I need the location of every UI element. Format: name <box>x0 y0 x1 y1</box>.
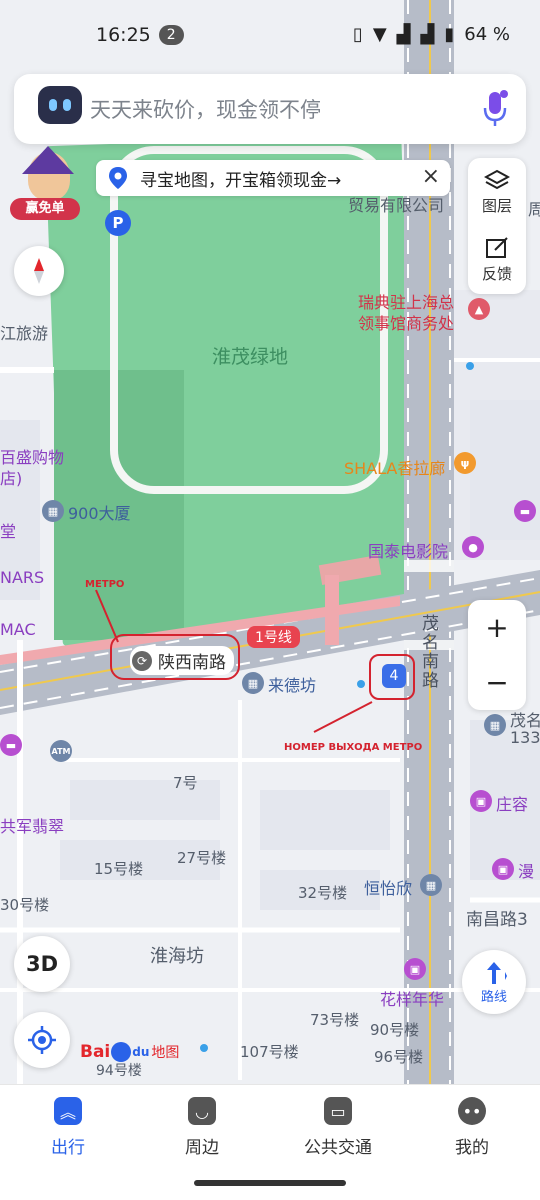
tab-nearby[interactable]: ◡ 周边 <box>152 1097 252 1158</box>
map-tools-panel: 图层 反馈 <box>468 158 526 294</box>
tab-label: 我的 <box>455 1138 489 1158</box>
layers-label: 图层 <box>481 196 512 215</box>
banner-text: 寻宝地图，开宝箱领现金→ <box>140 170 342 191</box>
location-dot <box>200 1044 208 1052</box>
building-icon[interactable]: ▦ <box>420 874 442 896</box>
edit-icon <box>486 236 508 258</box>
map-label-bldg-32[interactable]: 32号楼 <box>298 882 347 903</box>
map-label-bldg-15[interactable]: 15号楼 <box>94 858 143 879</box>
tab-label: 出行 <box>51 1138 85 1158</box>
zoom-out-button[interactable]: − <box>468 655 526 710</box>
route-arrow-icon <box>487 961 507 984</box>
location-pin-icon <box>109 167 127 189</box>
compass-icon <box>34 258 44 284</box>
notification-count: 2 <box>158 25 184 45</box>
map-label-bldg-107[interactable]: 107号楼 <box>240 1041 299 1062</box>
map-label-hengyixin[interactable]: 恒怡欣 <box>364 875 412 899</box>
status-time: 16:25 <box>96 24 151 46</box>
baidu-logo: Bai du 地图 <box>80 1042 180 1062</box>
treasure-banner[interactable]: 寻宝地图，开宝箱领现金→ × <box>96 160 450 196</box>
tab-profile[interactable]: •• 我的 <box>422 1097 522 1158</box>
crosshair-icon <box>28 1026 56 1054</box>
bus-icon: ▭ <box>324 1097 352 1125</box>
promo-tag: 赢免单 <box>10 198 80 220</box>
tab-travel[interactable]: ︽ 出行 <box>18 1097 118 1158</box>
promo-widget[interactable]: 赢免单 <box>10 146 84 220</box>
nearby-icon: ◡ <box>188 1097 216 1125</box>
signal-icon: ▟ <box>420 24 435 45</box>
profile-icon: •• <box>458 1097 486 1125</box>
map-label-bldg-90[interactable]: 90号楼 <box>370 1019 419 1040</box>
battery-icon: ▮ <box>444 24 455 45</box>
zoom-controls: + − <box>468 600 526 710</box>
annotation-oval-station <box>110 634 240 680</box>
annotation-exit: НОМЕР ВЫХОДА МЕТРО <box>284 742 423 753</box>
locate-button[interactable] <box>14 1012 70 1068</box>
map-label-nanchang[interactable]: 南昌路3 <box>466 905 528 930</box>
baidu-paw-icon <box>111 1042 132 1062</box>
tab-label: 周边 <box>185 1138 219 1158</box>
tab-label: 公共交通 <box>304 1138 372 1158</box>
map-label-bldg-73[interactable]: 73号楼 <box>310 1009 359 1030</box>
route-button[interactable]: 路线 <box>462 950 526 1014</box>
map-label-bldg-30[interactable]: 30号楼 <box>0 894 49 915</box>
search-placeholder[interactable]: 天天来砍价，现金领不停 <box>90 94 321 124</box>
compass-button[interactable] <box>14 246 64 296</box>
map-label-gongjun[interactable]: 共军翡翠 <box>0 813 64 837</box>
feedback-label: 反馈 <box>481 264 512 283</box>
shopping-icon[interactable]: ▣ <box>404 958 426 980</box>
map-label-bldg-94[interactable]: 94号楼 <box>96 1060 142 1080</box>
microphone-icon[interactable] <box>482 90 508 128</box>
vibrate-icon: ▯ <box>352 24 363 45</box>
map-label-huaihaifang[interactable]: 淮海坊 <box>150 942 204 968</box>
map-label-bldg-27[interactable]: 27号楼 <box>177 847 226 868</box>
layers-button[interactable]: 图层 <box>468 158 526 226</box>
wifi-icon: ▼ <box>372 24 387 45</box>
map-label-huayang[interactable]: 花样年华 <box>380 986 444 1010</box>
feedback-button[interactable]: 反馈 <box>468 226 526 294</box>
zoom-in-button[interactable]: + <box>468 600 526 655</box>
robot-assistant-icon[interactable] <box>38 86 82 124</box>
travel-icon: ︽ <box>54 1097 82 1125</box>
status-bar: 16:25 2 ▯ ▼ ▟ ▟ ▮ 64 % <box>0 0 540 70</box>
annotation-oval-exit <box>369 654 415 700</box>
battery-percent: 64 % <box>464 24 510 45</box>
close-icon[interactable]: × <box>422 164 440 189</box>
status-right: ▯ ▼ ▟ ▟ ▮ 64 % <box>353 24 510 45</box>
3d-toggle-button[interactable]: 3D <box>14 936 70 992</box>
search-bar[interactable]: 天天来砍价，现金领不停 <box>14 74 526 144</box>
shopping-icon[interactable]: ▣ <box>492 858 514 880</box>
witch-hat-icon <box>22 146 74 174</box>
map-label-bldg-96[interactable]: 96号楼 <box>374 1046 423 1067</box>
signal-icon: ▟ <box>396 24 411 45</box>
route-label: 路线 <box>480 989 507 1005</box>
tab-public-transit[interactable]: ▭ 公共交通 <box>288 1097 388 1158</box>
layers-icon <box>484 169 510 189</box>
map-label-man[interactable]: 漫 <box>518 858 534 882</box>
home-indicator <box>194 1180 346 1186</box>
